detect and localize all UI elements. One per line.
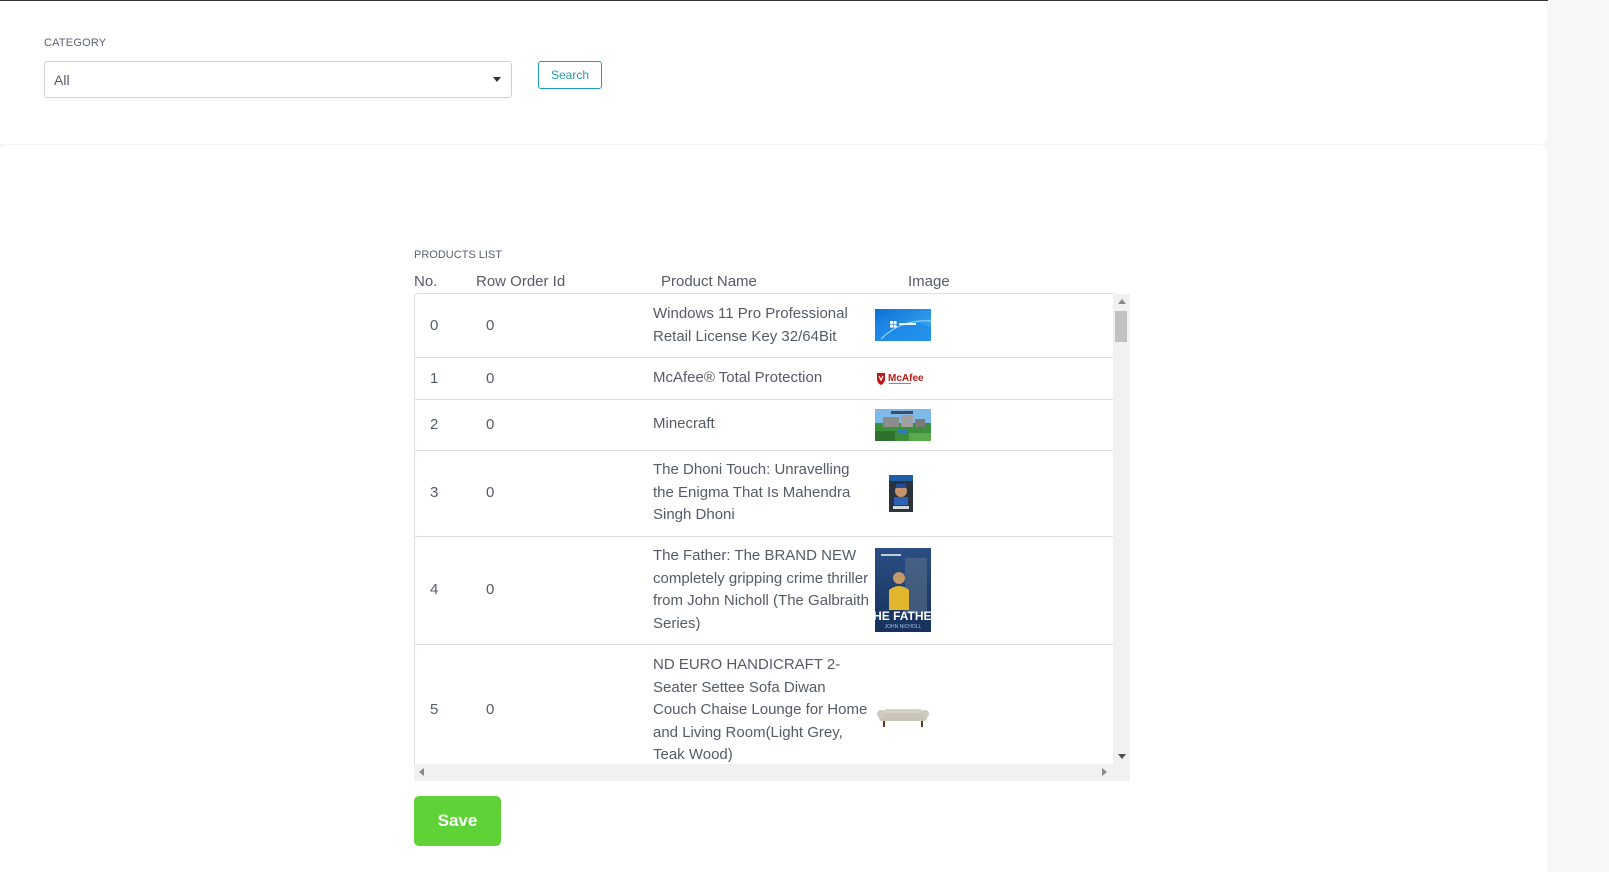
scroll-thumb[interactable] [1115, 311, 1127, 342]
mcafee-logo-text: McAfee [888, 373, 924, 384]
product-name: McAfee® Total Protection [653, 369, 823, 386]
table-row[interactable]: 0 0 Windows 11 Pro Professional Retail L… [415, 294, 1113, 358]
row-number: 1 [430, 370, 439, 387]
row-order-id[interactable]: 0 [486, 484, 494, 501]
windows-11-thumbnail [875, 309, 931, 341]
product-name: ND EURO HANDICRAFT 2-Seater Settee Sofa … [653, 656, 868, 763]
row-order-id[interactable]: 0 [486, 370, 494, 387]
the-father-book-cover-thumbnail: THE FATHER JOHN NICHOLL [875, 548, 931, 632]
product-name: Minecraft [653, 415, 715, 432]
row-order-id[interactable]: 0 [486, 416, 494, 433]
table-row[interactable]: 5 0 ND EURO HANDICRAFT 2-Seater Settee S… [415, 645, 1113, 764]
products-list-title: PRODUCTS LIST [414, 249, 503, 261]
row-number: 4 [430, 581, 439, 598]
scroll-down-icon[interactable] [1118, 754, 1126, 759]
category-label: CATEGORY [44, 37, 107, 49]
vertical-scrollbar[interactable] [1113, 294, 1130, 764]
sofa-thumbnail [875, 701, 931, 731]
row-number: 0 [430, 317, 439, 334]
product-name: The Father: The BRAND NEW completely gri… [653, 547, 869, 632]
column-header-row-order-id: Row Order Id [476, 273, 566, 290]
products-table: 0 0 Windows 11 Pro Professional Retail L… [414, 293, 1113, 765]
horizontal-scrollbar[interactable] [414, 764, 1130, 781]
mcafee-logo-thumbnail: McAfee [875, 371, 931, 387]
row-order-id[interactable]: 0 [486, 581, 494, 598]
column-header-no: No. [414, 273, 438, 290]
row-order-id[interactable]: 0 [486, 317, 494, 334]
book-cover-author: JOHN NICHOLL [885, 624, 922, 630]
search-button[interactable]: Search [538, 61, 602, 89]
row-number: 3 [430, 484, 439, 501]
scroll-up-icon[interactable] [1118, 299, 1126, 304]
save-button[interactable]: Save [414, 796, 501, 846]
category-selected-value: All [54, 72, 70, 88]
filter-panel: CATEGORY All Search [0, 1, 1547, 144]
table-row[interactable]: 1 0 McAfee® Total Protection McAfee [415, 358, 1113, 400]
table-row[interactable]: 4 0 The Father: The BRAND NEW completely… [415, 537, 1113, 645]
book-cover-title: THE FATHER [875, 609, 931, 623]
row-number: 5 [430, 701, 439, 718]
row-number: 2 [430, 416, 439, 433]
column-header-image: Image [908, 273, 950, 290]
column-header-product-name: Product Name [661, 273, 757, 290]
table-row[interactable]: 2 0 Minecraft [415, 400, 1113, 451]
scroll-left-icon[interactable] [419, 768, 424, 776]
scroll-right-icon[interactable] [1102, 768, 1107, 776]
row-order-id[interactable]: 0 [486, 701, 494, 718]
table-row[interactable]: 3 0 The Dhoni Touch: Unravelling the Eni… [415, 451, 1113, 537]
product-name: The Dhoni Touch: Unravelling the Enigma … [653, 461, 851, 523]
category-select[interactable]: All [44, 61, 512, 98]
caret-down-icon [493, 77, 501, 82]
minecraft-thumbnail [875, 409, 931, 441]
product-name: Windows 11 Pro Professional Retail Licen… [653, 305, 848, 345]
right-gutter [1548, 0, 1609, 872]
dhoni-book-cover-thumbnail [889, 475, 913, 512]
